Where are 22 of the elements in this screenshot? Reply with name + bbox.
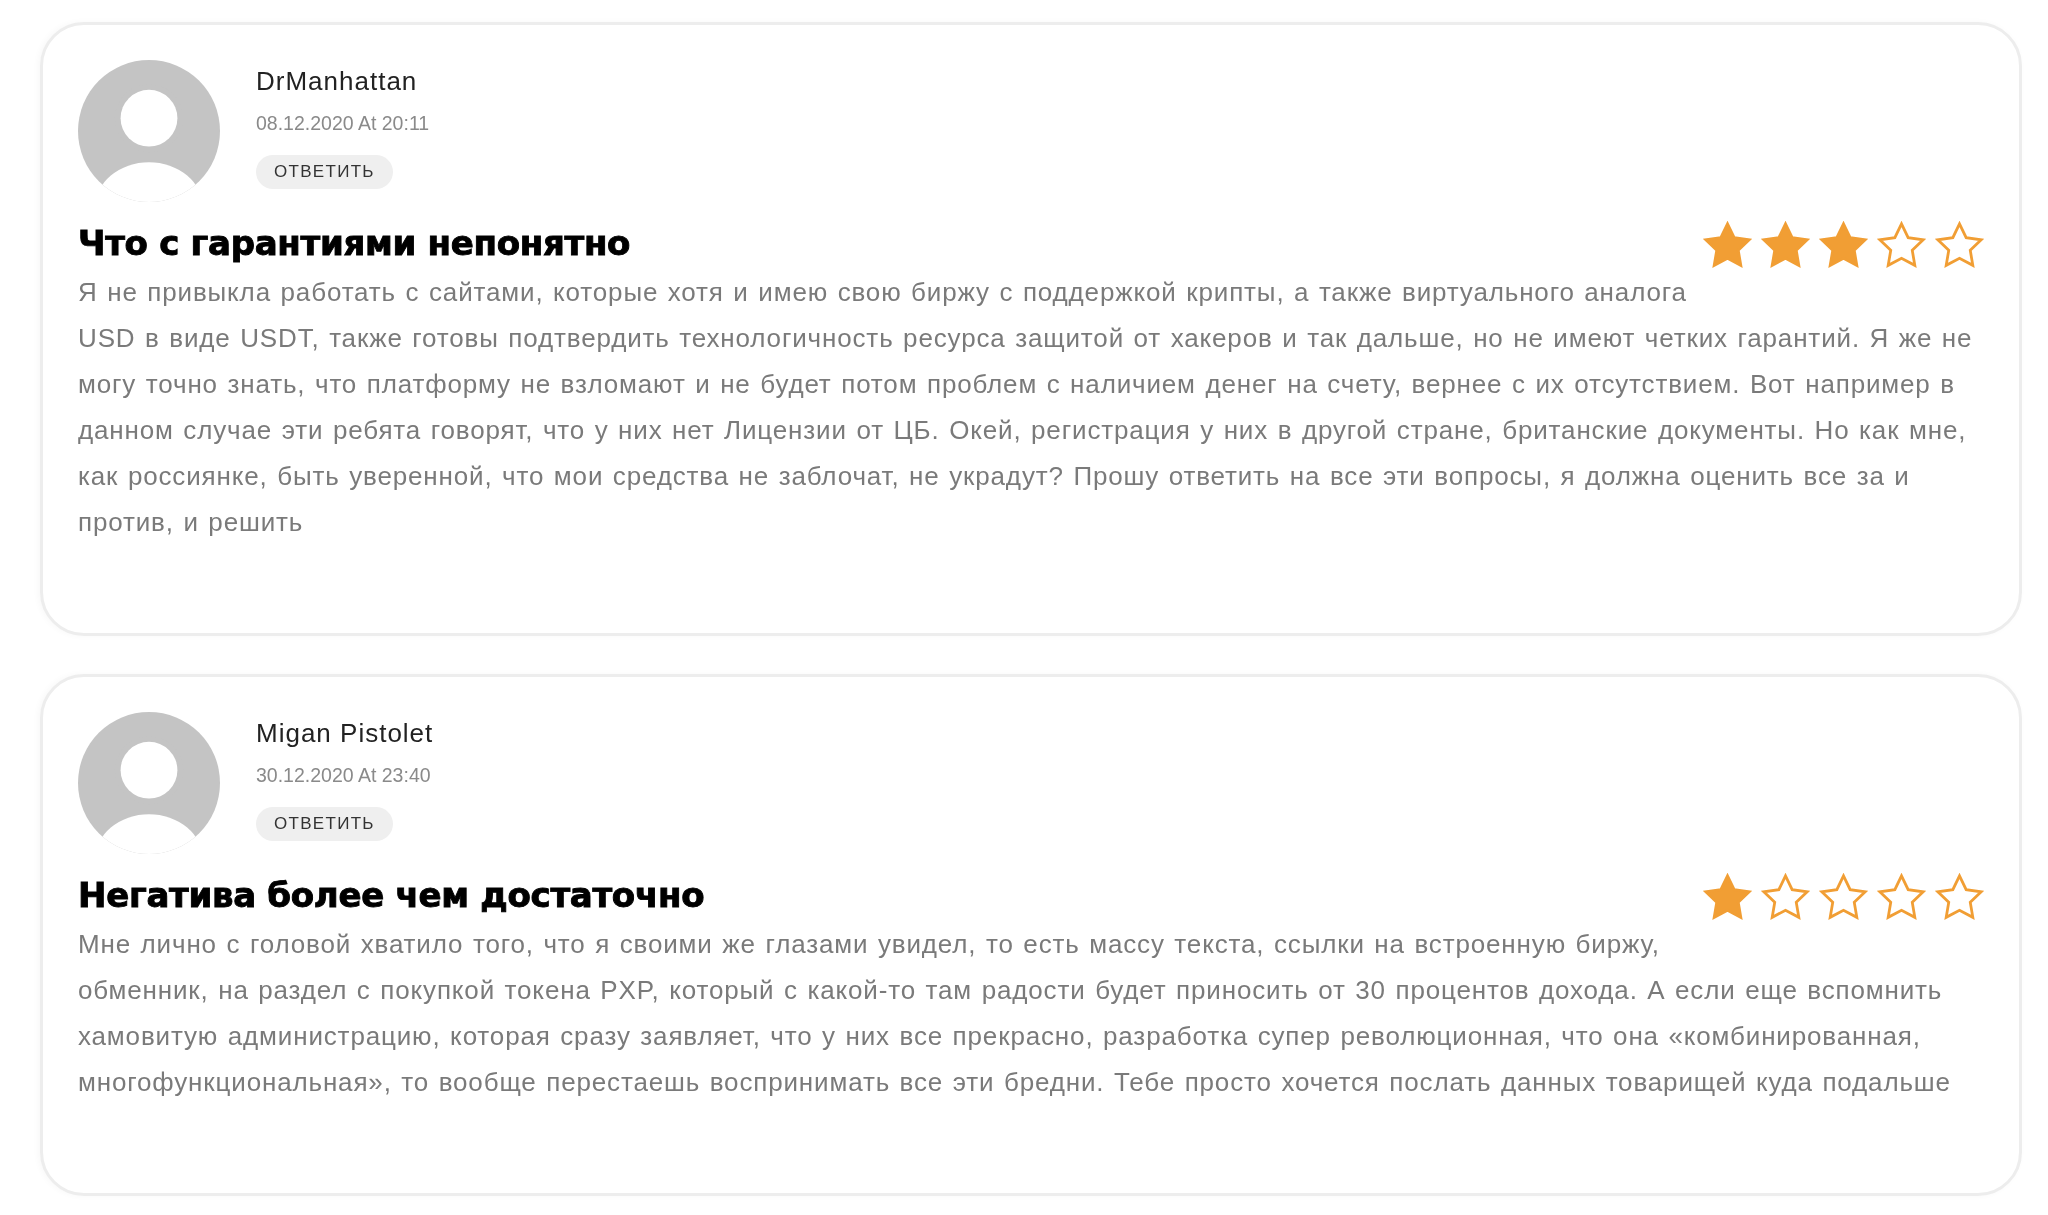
author-name: DrManhattan bbox=[256, 66, 418, 96]
filled-star-icon bbox=[1703, 873, 1752, 920]
reply-button[interactable]: ОТВЕТИТЬ bbox=[256, 807, 393, 841]
empty-star-icon bbox=[1935, 221, 1984, 268]
filled-star-icon bbox=[1761, 221, 1810, 268]
review-text: Мне лично с головой хватило того, что я своими же глазами увидел, то есть массу текста, ссылки на встроенную биржу, обменник, на раздел с покупкой токена PXP, который с какой-то там радости будет приносить от 30 процентов дохода. А если еще вспомнить хамовитую администрацию, которая сразу заявляет, что у них все прекрасно, разработка супер революционная, что она «комбинированная, многофункциональная», то вообще перестаешь воспринимать все эти бредни. Тебе просто хочется послать данных товарищей куда подальше bbox=[78, 928, 1952, 1099]
avatar-icon bbox=[78, 712, 220, 854]
filled-star-icon bbox=[1703, 221, 1752, 268]
review-date: 30.12.2020 At 23:40 bbox=[256, 763, 431, 787]
empty-star-icon bbox=[1761, 873, 1810, 920]
reply-button[interactable]: ОТВЕТИТЬ bbox=[256, 155, 393, 189]
empty-star-icon bbox=[1877, 221, 1926, 268]
review-title: Негатива более чем достаточно bbox=[78, 874, 705, 917]
empty-star-icon bbox=[1935, 873, 1984, 920]
review-date: 08.12.2020 At 20:11 bbox=[256, 111, 430, 135]
review-title: Что с гарантиями непонятно bbox=[78, 222, 631, 265]
author-name: Migan Pistolet bbox=[256, 718, 434, 748]
empty-star-icon bbox=[1819, 873, 1868, 920]
review-text: Я не привыкла работать с сайтами, которые хотя и имею свою биржу с поддержкой крипты, а также виртуального аналога USD в виде USDT, также готовы подтвердить технологичность ресурса защитой от хакеров и так дальше, но не имеют четких гарантий. Я же не могу точно знать, что платформу не взломают и не будет потом проблем с наличием денег на счету, вернее с их отсутствием. Вот например в данном случае эти ребята говорят, что у них нет Лицензии от ЦБ. Окей, регистрация у них в другой стране, британские документы. Но как мне, как россиянке, быть уверенной, что мои средства не заблочат, не украдут? Прошу ответить на все эти вопросы, я должна оценить все за и против, и решить bbox=[78, 276, 1974, 539]
empty-star-icon bbox=[1877, 873, 1926, 920]
filled-star-icon bbox=[1819, 221, 1868, 268]
avatar-icon bbox=[78, 60, 220, 202]
